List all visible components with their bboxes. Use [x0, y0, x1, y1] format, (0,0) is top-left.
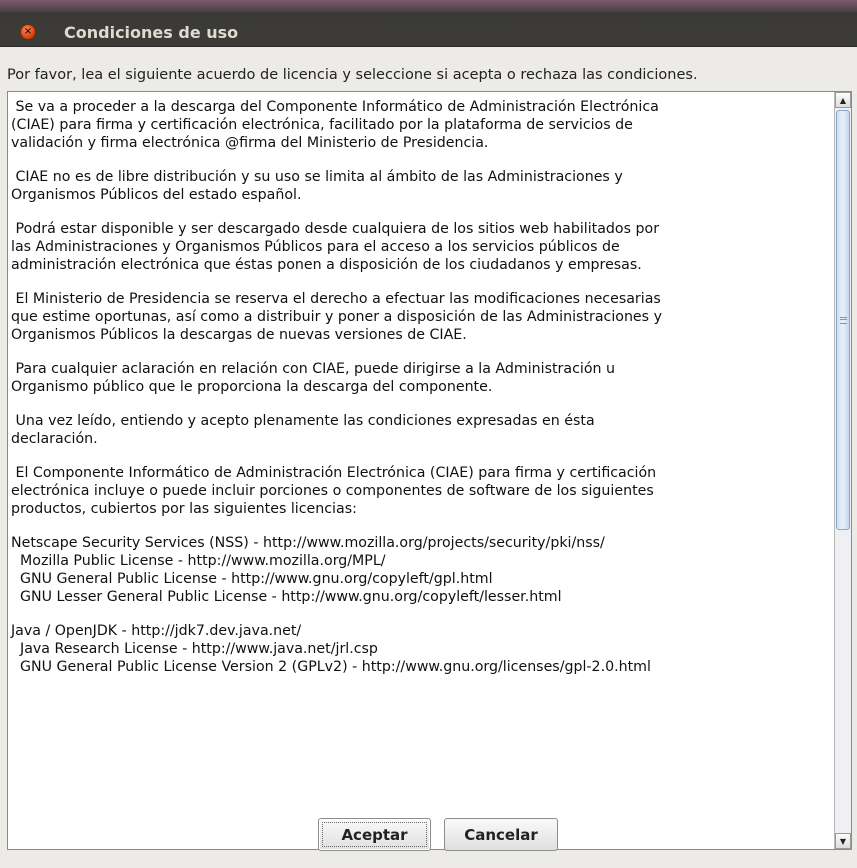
license-paragraph: El Ministerio de Presidencia se reserva …: [11, 291, 662, 343]
window-titlebar[interactable]: × Condiciones de uso: [0, 0, 857, 47]
license-paragraph: El Componente Informático de Administrac…: [11, 465, 657, 517]
scrollbar-thumb[interactable]: [836, 110, 850, 530]
accept-button[interactable]: Aceptar: [318, 818, 431, 851]
license-paragraph: CIAE no es de libre distribución y su us…: [11, 169, 623, 203]
license-text-box[interactable]: Se va a proceder a la descarga del Compo…: [7, 91, 852, 850]
window-title: Condiciones de uso: [64, 23, 239, 42]
arrow-up-icon: ▲: [839, 95, 847, 105]
license-paragraph: Podrá estar disponible y ser descargado …: [11, 221, 660, 273]
focus-indicator: [322, 822, 427, 847]
license-paragraph: Se va a proceder a la descarga del Compo…: [11, 99, 659, 151]
license-prompt: Por favor, lea el siguiente acuerdo de l…: [7, 67, 698, 83]
dialog-content: Por favor, lea el siguiente acuerdo de l…: [0, 47, 857, 868]
vertical-scrollbar[interactable]: ▲ ▼: [834, 92, 851, 849]
cancel-button-label: Cancelar: [464, 825, 538, 844]
license-paragraph: Netscape Security Services (NSS) - http:…: [11, 535, 605, 605]
license-paragraph: Java / OpenJDK - http://jdk7.dev.java.ne…: [11, 623, 651, 675]
dialog-button-row: Aceptar Cancelar: [0, 818, 857, 854]
grip-icon: [839, 316, 847, 324]
license-paragraph: Para cualquier aclaración en relación co…: [11, 361, 615, 395]
close-icon: ×: [23, 26, 33, 37]
scroll-up-button[interactable]: ▲: [835, 92, 851, 108]
license-paragraph: Una vez leído, entiendo y acepto plename…: [11, 413, 595, 447]
license-text-area[interactable]: Se va a proceder a la descarga del Compo…: [8, 92, 834, 849]
titlebar-top-strip: [0, 0, 857, 12]
close-window-button[interactable]: ×: [20, 24, 36, 40]
cancel-button[interactable]: Cancelar: [444, 818, 558, 851]
